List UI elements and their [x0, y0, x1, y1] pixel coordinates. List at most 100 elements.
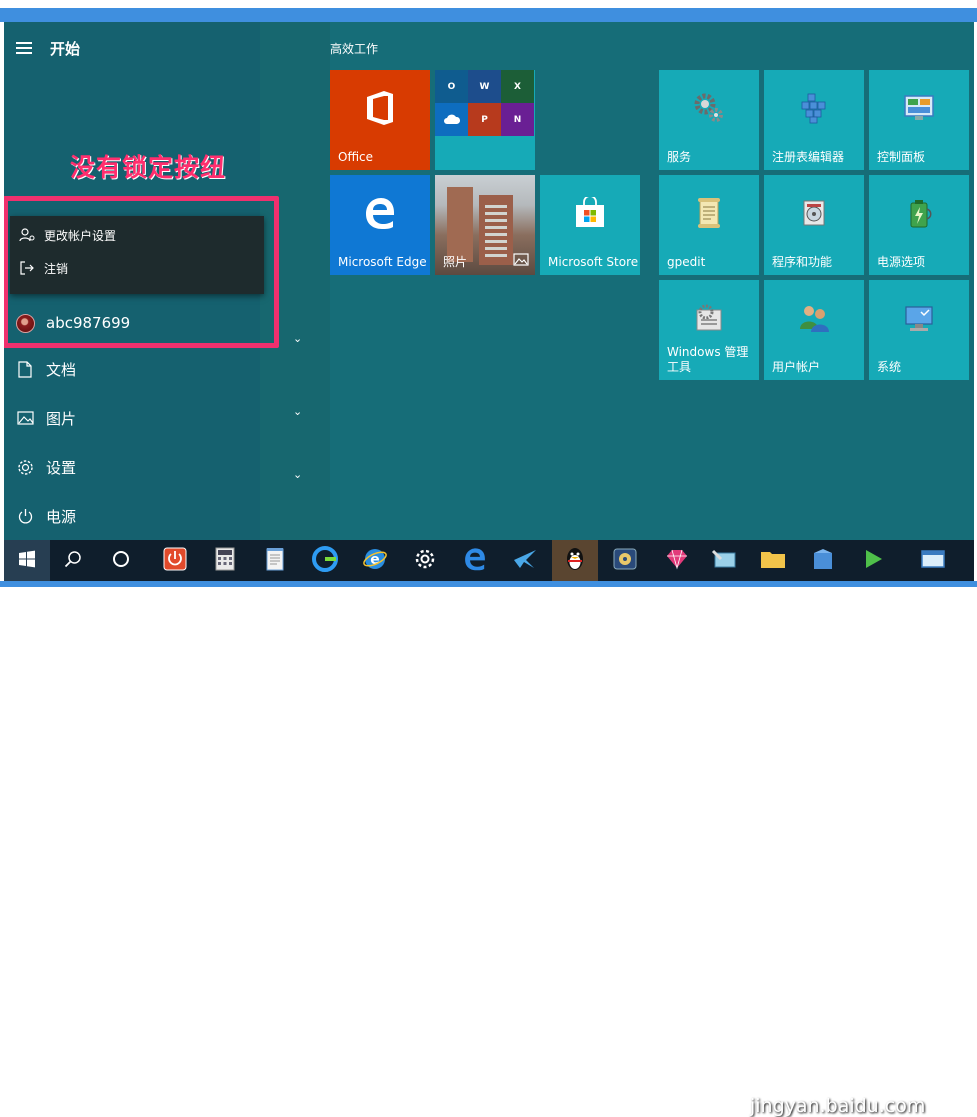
registry-editor-tile[interactable]: 注册表编辑器 — [764, 70, 864, 170]
microsoft-edge-tile[interactable]: Microsoft Edge — [330, 175, 430, 275]
nav-documents[interactable]: 文档 — [4, 349, 260, 389]
onenote-icon: N — [501, 103, 534, 136]
control-panel-tile-label: 控制面板 — [877, 150, 926, 164]
power-icon — [4, 508, 46, 525]
calculator-icon — [215, 547, 235, 575]
annotation-text: 没有锁定按纽 — [70, 153, 227, 182]
top-bar — [0, 8, 977, 22]
nav-pictures[interactable]: 图片 — [4, 398, 260, 438]
microsoft-store-tile[interactable]: Microsoft Store — [540, 175, 640, 275]
media-player-icon — [612, 547, 638, 575]
bird-icon — [512, 548, 538, 574]
office-icon — [330, 70, 430, 146]
edge-icon — [463, 547, 487, 575]
control-panel-tile[interactable]: 控制面板 — [869, 70, 969, 170]
system-tile[interactable]: 系统 — [869, 280, 969, 380]
taskbar-app-browser[interactable] — [302, 540, 348, 581]
building-windows — [485, 205, 507, 260]
taskbar-app-settings[interactable] — [402, 540, 448, 581]
photos-icon — [513, 251, 529, 270]
tile-group-title: 高效工作 — [330, 42, 379, 56]
document-icon — [4, 360, 46, 378]
control-panel-icon — [869, 70, 969, 146]
battery-icon — [869, 175, 969, 251]
taskbar-app-qq[interactable] — [552, 540, 598, 581]
start-button[interactable] — [4, 540, 50, 581]
services-tile[interactable]: 服务 — [659, 70, 759, 170]
taskbar-app-tool[interactable] — [702, 540, 748, 581]
taskbar-app-media[interactable] — [602, 540, 648, 581]
nav-settings-label: 设置 — [46, 458, 77, 477]
users-icon — [764, 280, 864, 356]
nav-settings[interactable]: 设置 — [4, 447, 260, 487]
gear-icon — [414, 548, 436, 574]
nav-power-label: 电源 — [46, 507, 77, 526]
taskbar-app-bird[interactable] — [502, 540, 548, 581]
outlook-icon: O — [435, 70, 468, 103]
registry-editor-icon — [764, 70, 864, 146]
gem-icon — [664, 548, 690, 574]
taskbar-app-package[interactable] — [800, 540, 846, 581]
taskbar-app-ie[interactable]: e — [352, 540, 398, 581]
hamburger-menu-icon[interactable] — [16, 42, 32, 54]
notepad-scroll-icon — [659, 175, 759, 251]
taskbar-app-shutdown[interactable] — [152, 540, 198, 581]
folder-icon — [760, 548, 786, 574]
nav-documents-label: 文档 — [46, 360, 77, 379]
bottom-bar — [0, 581, 977, 587]
building-left — [447, 187, 473, 262]
search-button[interactable] — [50, 540, 96, 581]
services-tile-label: 服务 — [667, 150, 692, 164]
powerpoint-icon: P — [468, 103, 501, 136]
watermark-text: jingyan.baidu.com — [750, 1095, 926, 1117]
taskbar-app-calculator[interactable] — [202, 540, 248, 581]
edge-icon — [330, 175, 430, 251]
chevron-down-icon[interactable]: ⌄ — [293, 468, 302, 481]
search-icon — [64, 550, 82, 572]
start-menu: 开始 没有锁定按纽 更改帐户设置 注销 abc987699 文档 图片 设置 电… — [4, 22, 974, 540]
user-accounts-tile-label: 用户帐户 — [772, 360, 821, 374]
internet-explorer-icon: e — [362, 546, 388, 576]
onedrive-icon — [435, 103, 468, 136]
cortana-button[interactable] — [98, 540, 144, 581]
gear-icon — [4, 459, 46, 476]
system-tile-label: 系统 — [877, 360, 902, 374]
package-icon — [811, 547, 835, 575]
screenshot-frame: 开始 没有锁定按纽 更改帐户设置 注销 abc987699 文档 图片 设置 电… — [0, 0, 977, 1117]
play-icon — [861, 547, 885, 575]
notepad-icon — [265, 547, 285, 575]
annotation-highlight-box — [4, 196, 279, 348]
taskbar: e jingyan.baidu.com — [4, 540, 974, 1117]
store-tile-label: Microsoft Store — [548, 255, 639, 269]
taskbar-app-window[interactable] — [910, 540, 956, 581]
excel-icon: X — [501, 70, 534, 103]
store-bag-icon — [540, 175, 640, 251]
taskbar-app-folder[interactable] — [750, 540, 796, 581]
gpedit-tile-label: gpedit — [667, 255, 706, 269]
taskbar-app-notepad[interactable] — [252, 540, 298, 581]
chevron-down-icon[interactable]: ⌄ — [293, 405, 302, 418]
tool-icon — [711, 547, 739, 575]
gpedit-tile[interactable]: gpedit — [659, 175, 759, 275]
registry-editor-tile-label: 注册表编辑器 — [772, 150, 845, 164]
power-options-tile[interactable]: 电源选项 — [869, 175, 969, 275]
pictures-icon — [4, 411, 46, 425]
admin-tools-tile[interactable]: Windows 管理工具 — [659, 280, 759, 380]
programs-tile[interactable]: 程序和功能 — [764, 175, 864, 275]
admin-tools-tile-label: Windows 管理工具 — [667, 345, 749, 374]
taskbar-app-gem[interactable] — [654, 540, 700, 581]
office-tile[interactable]: Office — [330, 70, 430, 170]
windows-logo-icon — [18, 550, 36, 572]
user-accounts-tile[interactable]: 用户帐户 — [764, 280, 864, 380]
office-apps-tile[interactable]: O W X P N — [435, 70, 535, 170]
photos-tile[interactable]: 照片 — [435, 175, 535, 275]
browser-icon — [312, 545, 338, 576]
services-gear-icon — [659, 70, 759, 146]
taskbar-app-player[interactable] — [850, 540, 896, 581]
power-options-tile-label: 电源选项 — [877, 255, 926, 269]
taskbar-app-edge[interactable] — [452, 540, 498, 581]
photos-tile-label: 照片 — [443, 255, 468, 269]
nav-power[interactable]: 电源 — [4, 496, 260, 536]
chevron-down-icon[interactable]: ⌄ — [293, 332, 302, 345]
start-title: 开始 — [50, 40, 81, 58]
